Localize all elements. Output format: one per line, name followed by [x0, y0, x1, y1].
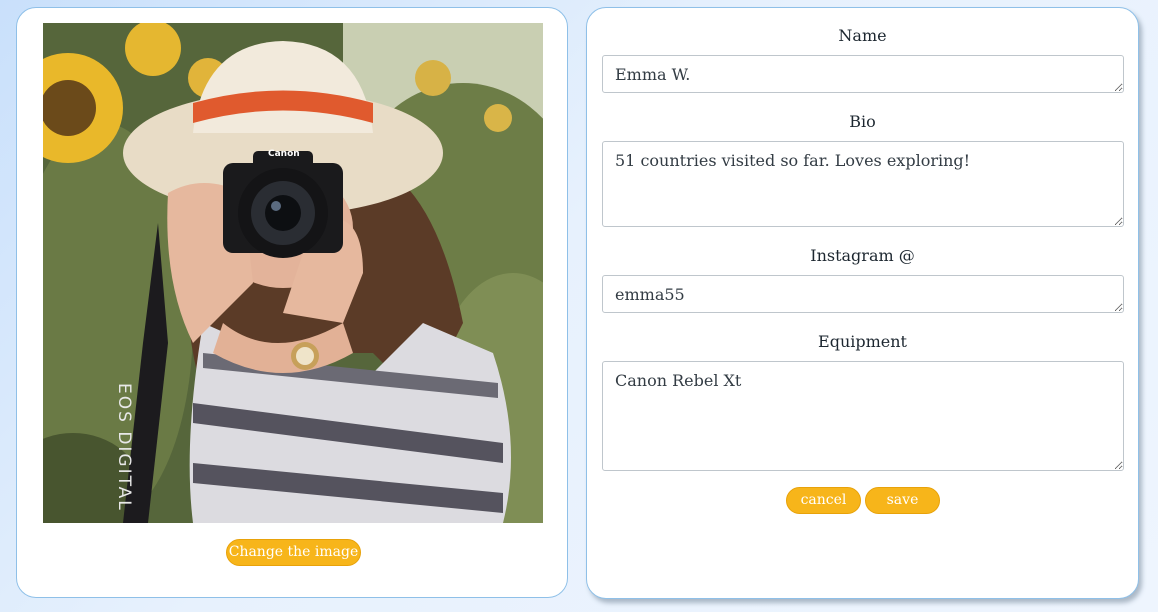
cancel-button[interactable]: cancel [786, 487, 861, 514]
instagram-label: Instagram @ [810, 246, 915, 265]
change-image-button[interactable]: Change the image [226, 539, 361, 566]
name-field[interactable]: Emma W. [602, 55, 1124, 93]
profile-photo: EOS DIGITAL Canon [43, 23, 543, 523]
bio-label: Bio [849, 112, 876, 131]
profile-image-card: EOS DIGITAL Canon Change the image [16, 7, 568, 598]
camera: Canon [223, 149, 343, 258]
camera-strap-text: EOS DIGITAL [114, 383, 134, 512]
profile-form-card: Name Emma W. Bio 51 countries visited so… [586, 7, 1139, 599]
camera-brand-text: Canon [268, 149, 300, 159]
name-label: Name [838, 26, 887, 45]
equipment-label: Equipment [818, 332, 907, 351]
instagram-field[interactable]: emma55 [602, 275, 1124, 313]
bio-field[interactable]: 51 countries visited so far. Loves explo… [602, 141, 1124, 227]
save-button[interactable]: save [865, 487, 940, 514]
equipment-field[interactable]: Canon Rebel Xt [602, 361, 1124, 471]
